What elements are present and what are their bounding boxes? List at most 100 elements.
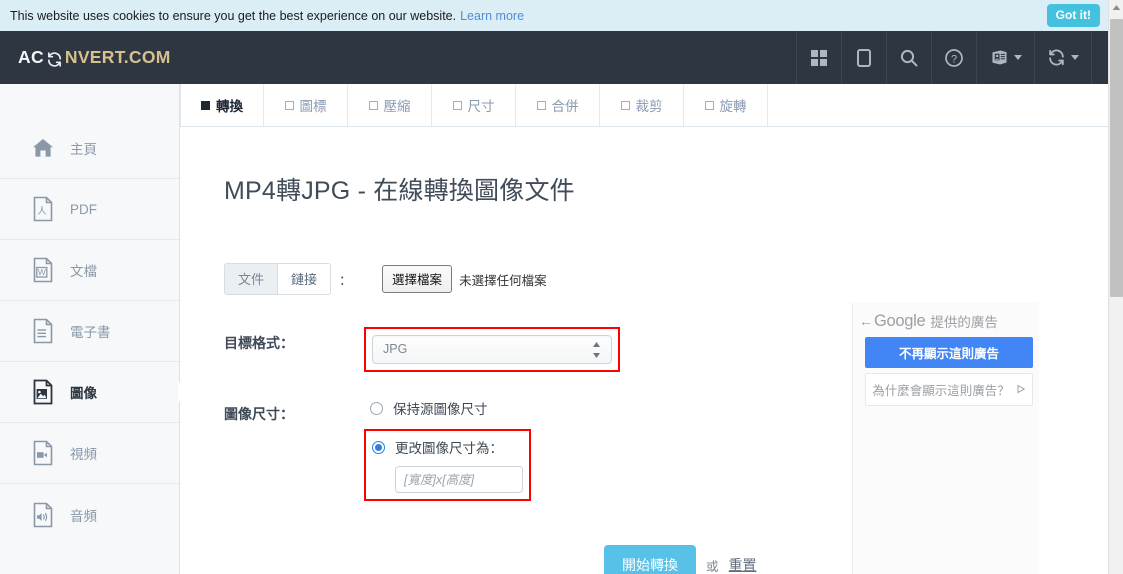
change-size-label: 更改圖像尺寸為： — [395, 441, 503, 456]
square-icon — [704, 100, 714, 110]
cookie-learn-more-link[interactable]: Learn more — [460, 9, 524, 23]
play-triangle-icon — [1016, 383, 1026, 397]
image-size-options: 保持源圖像尺寸 更改圖像尺寸為： — [364, 398, 531, 501]
selected-file-name: 未選擇任何檔案 — [459, 273, 547, 288]
image-file-icon — [30, 379, 56, 405]
convert-icon[interactable] — [1034, 31, 1092, 84]
cookie-accept-button[interactable]: Got it! — [1046, 4, 1100, 27]
grid-icon[interactable] — [796, 31, 841, 84]
home-icon — [30, 135, 56, 161]
sidebar-item-label: 視頻 — [70, 447, 97, 462]
scroll-up-arrow[interactable] — [1109, 0, 1123, 15]
tool-tabs: 轉換 圖標 壓縮 尺寸 合併 裁剪 旋轉 — [180, 84, 1108, 127]
image-size-label: 圖像尺寸： — [224, 406, 294, 422]
tab-compress[interactable]: 壓縮 — [348, 84, 432, 126]
tab-label: 合併 — [551, 99, 579, 114]
sidebar-item-video[interactable]: 視頻 — [0, 423, 179, 484]
tab-label: 壓縮 — [383, 99, 411, 114]
file-picker: 選擇檔案 未選擇任何檔案 — [382, 265, 547, 293]
page-scrollbar[interactable] — [1108, 0, 1123, 574]
back-arrow-icon[interactable]: ← — [859, 313, 873, 329]
keep-size-label: 保持源圖像尺寸 — [393, 402, 488, 417]
ad-header: ← Google 提供的廣告 — [853, 303, 1039, 331]
sidebar: 主頁 人 PDF W 文檔 電子書 圖像 視頻 音頻 — [0, 84, 189, 574]
choose-file-button[interactable]: 選擇檔案 — [382, 265, 453, 293]
square-icon — [536, 100, 546, 110]
cookie-consent-bar: This website uses cookies to ensure you … — [0, 0, 1108, 31]
sidebar-item-label: 文檔 — [70, 264, 97, 279]
audio-file-icon — [30, 502, 56, 528]
square-icon — [620, 100, 630, 110]
tab-resize[interactable]: 尺寸 — [432, 84, 516, 126]
sidebar-item-audio[interactable]: 音頻 — [0, 484, 179, 545]
page-title: MP4轉JPG - 在線轉換圖像文件 — [224, 177, 575, 205]
radio-change-size[interactable] — [372, 440, 385, 454]
target-format-highlight: JPG — [364, 327, 620, 372]
ad-hide-button[interactable]: 不再顯示這則廣告 — [865, 337, 1033, 368]
keep-size-option[interactable]: 保持源圖像尺寸 — [370, 398, 531, 418]
video-file-icon — [30, 440, 56, 466]
tab-label: 轉換 — [216, 99, 243, 114]
sidebar-item-ebook[interactable]: 電子書 — [0, 301, 179, 362]
tab-crop[interactable]: 裁剪 — [600, 84, 684, 126]
square-icon — [201, 100, 210, 110]
source-tab-file[interactable]: 文件 — [225, 264, 279, 294]
chevron-down-icon — [1013, 55, 1022, 60]
tab-icon[interactable]: 圖標 — [264, 84, 348, 126]
tab-rotate[interactable]: 旋轉 — [684, 84, 768, 126]
help-icon[interactable]: ? — [931, 31, 976, 84]
tab-convert[interactable]: 轉換 — [180, 84, 264, 126]
word-file-icon: W — [30, 257, 56, 283]
sidebar-item-document[interactable]: W 文檔 — [0, 240, 179, 301]
source-tab-link[interactable]: 鏈接 — [278, 264, 331, 294]
site-header: AC NVERT.COM ? — [0, 31, 1108, 84]
radio-keep-size[interactable] — [370, 401, 383, 415]
svg-text:W: W — [38, 267, 46, 277]
svg-text:人: 人 — [37, 206, 47, 217]
main-content: 轉換 圖標 壓縮 尺寸 合併 裁剪 旋轉 MP4轉JPG - 在線轉換圖像文件 … — [180, 84, 1108, 574]
square-icon — [368, 100, 378, 110]
tab-label: 圖標 — [299, 99, 327, 114]
ebook-file-icon — [30, 318, 56, 344]
target-format-select-wrapper: JPG — [372, 335, 612, 364]
language-icon[interactable] — [976, 31, 1034, 84]
sidebar-item-label: 圖像 — [70, 386, 97, 401]
tablet-icon[interactable] — [841, 31, 886, 84]
tab-merge[interactable]: 合併 — [516, 84, 600, 126]
ad-provider-text: 提供的廣告 — [930, 315, 998, 330]
google-ad-panel: ← Google 提供的廣告 不再顯示這則廣告 為什麼會顯示這則廣告？ — [852, 303, 1039, 574]
sidebar-item-label: 音頻 — [70, 508, 97, 524]
start-convert-button[interactable]: 開始轉換 — [604, 545, 696, 574]
sidebar-item-label: 電子書 — [70, 325, 111, 340]
or-separator: 或 — [706, 559, 719, 574]
sidebar-item-label: PDF — [70, 201, 97, 217]
ad-why-label: 為什麼會顯示這則廣告？ — [872, 384, 1010, 398]
pdf-file-icon: 人 — [30, 196, 56, 222]
header-nav: ? — [796, 31, 1108, 84]
logo-convert-icon — [46, 51, 63, 68]
square-icon — [452, 100, 462, 110]
site-logo[interactable]: AC NVERT.COM — [0, 31, 171, 84]
cookie-message: This website uses cookies to ensure you … — [10, 8, 457, 23]
image-size-input[interactable] — [395, 466, 523, 493]
chevron-down-icon — [1071, 55, 1079, 60]
logo-text-prefix: AC — [18, 47, 44, 67]
change-size-highlight: 更改圖像尺寸為： — [364, 429, 531, 501]
ad-why-button[interactable]: 為什麼會顯示這則廣告？ — [865, 373, 1033, 406]
change-size-option[interactable]: 更改圖像尺寸為： — [372, 437, 523, 457]
logo-text-suffix: NVERT.COM — [64, 47, 171, 67]
sidebar-item-pdf[interactable]: 人 PDF — [0, 179, 179, 240]
tab-label: 旋轉 — [719, 99, 747, 114]
square-icon — [284, 100, 294, 110]
source-type-toggle: 文件 鏈接 — [224, 263, 332, 295]
tab-label: 尺寸 — [467, 99, 495, 114]
sidebar-item-image[interactable]: 圖像 — [0, 362, 189, 423]
reset-link[interactable]: 重置 — [729, 555, 757, 574]
target-format-select[interactable]: JPG — [372, 335, 612, 364]
search-icon[interactable] — [886, 31, 931, 84]
scrollbar-thumb[interactable] — [1110, 19, 1123, 297]
sidebar-item-home[interactable]: 主頁 — [0, 118, 179, 179]
source-colon: ： — [339, 272, 353, 288]
sidebar-item-label: 主頁 — [70, 142, 97, 157]
tab-label: 裁剪 — [635, 99, 663, 114]
